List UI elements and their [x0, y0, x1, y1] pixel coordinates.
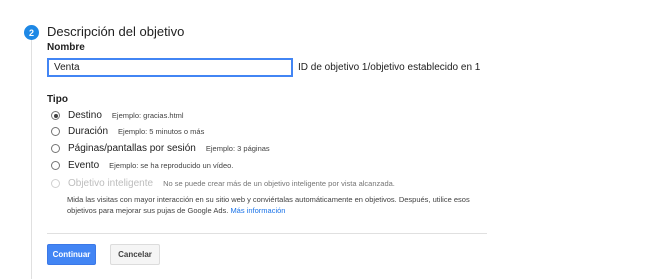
option-destino[interactable]: Destino Ejemplo: gracias.html — [51, 110, 184, 121]
type-label: Tipo — [47, 94, 68, 105]
smart-goal-description: Mida las visitas con mayor interacción e… — [67, 194, 487, 216]
goal-name-input[interactable] — [47, 58, 293, 77]
option-evento-example: Ejemplo: se ha reproducido un vídeo. — [109, 161, 234, 170]
cancel-button[interactable]: Cancelar — [110, 244, 160, 265]
learn-more-link[interactable]: Más información — [230, 206, 285, 215]
name-label: Nombre — [47, 42, 85, 53]
goal-id-text: ID de objetivo 1/objetivo establecido en… — [298, 62, 481, 73]
option-paginas-example: Ejemplo: 3 páginas — [205, 144, 270, 153]
radio-destino[interactable] — [51, 111, 60, 120]
radio-evento[interactable] — [51, 161, 60, 170]
option-objetivo-inteligente: Objetivo inteligente No se puede crear m… — [51, 178, 395, 189]
option-duracion-label: Duración — [68, 126, 109, 137]
option-paginas-label: Páginas/pantallas por sesión — [68, 143, 196, 154]
radio-objetivo-inteligente — [51, 179, 60, 188]
divider — [47, 233, 487, 234]
option-duracion-example: Ejemplo: 5 minutos o más — [118, 127, 205, 136]
radio-paginas[interactable] — [51, 144, 60, 153]
option-evento-label: Evento — [68, 160, 100, 171]
continue-button[interactable]: Continuar — [47, 244, 96, 265]
option-paginas[interactable]: Páginas/pantallas por sesión Ejemplo: 3 … — [51, 143, 270, 154]
option-destino-example: Ejemplo: gracias.html — [111, 111, 184, 120]
step-title: Descripción del objetivo — [47, 24, 185, 39]
option-duracion[interactable]: Duración Ejemplo: 5 minutos o más — [51, 126, 204, 137]
option-evento[interactable]: Evento Ejemplo: se ha reproducido un víd… — [51, 160, 233, 171]
step-rail — [31, 38, 32, 279]
option-objetivo-inteligente-label: Objetivo inteligente — [68, 178, 154, 189]
radio-duracion[interactable] — [51, 127, 60, 136]
option-objetivo-inteligente-example: No se puede crear más de un objetivo int… — [163, 179, 395, 188]
step-number-badge: 2 — [24, 25, 39, 40]
option-destino-label: Destino — [68, 110, 102, 121]
